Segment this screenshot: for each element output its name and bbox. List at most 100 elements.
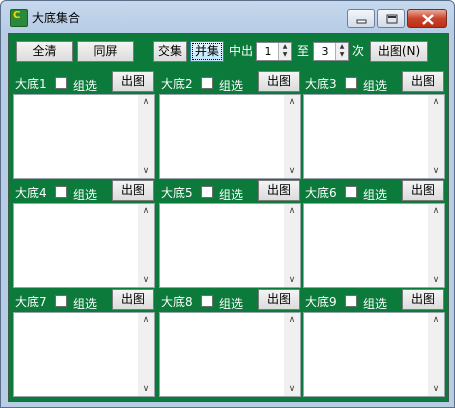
group-panel-6: 大底6 组选 出图 ∧ ∨: [302, 180, 446, 288]
panel-output-button[interactable]: 出图: [258, 71, 300, 92]
clear-all-button[interactable]: 全清: [16, 41, 73, 62]
chevron-down-icon[interactable]: ∨: [284, 164, 300, 178]
chevron-up-icon[interactable]: ∧: [138, 313, 154, 327]
panel-header: 大底1 组选 出图: [12, 71, 156, 93]
group-select-label[interactable]: 组选: [73, 295, 97, 312]
chevron-down-icon[interactable]: ∨: [138, 382, 154, 396]
stepper-up-icon[interactable]: ▲: [336, 43, 348, 51]
group-panel-9: 大底9 组选 出图 ∧ ∨: [302, 289, 446, 397]
group-select-label[interactable]: 组选: [73, 77, 97, 94]
group-select-label[interactable]: 组选: [219, 295, 243, 312]
close-button[interactable]: [407, 9, 447, 28]
panel-title: 大底6: [305, 186, 337, 200]
group-select-checkbox[interactable]: [55, 77, 67, 89]
group-select-label[interactable]: 组选: [363, 295, 387, 312]
intersection-button[interactable]: 交集: [153, 41, 187, 62]
hit-label: 中出: [229, 44, 254, 58]
panel-output-button[interactable]: 出图: [112, 71, 154, 92]
close-icon: [422, 14, 434, 25]
group-panel-3: 大底3 组选 出图 ∧ ∨: [302, 71, 446, 179]
group-select-checkbox[interactable]: [345, 295, 357, 307]
panel-output-button[interactable]: 出图: [258, 180, 300, 201]
panel-header: 大底8 组选 出图: [158, 289, 302, 311]
group-panel-2: 大底2 组选 出图 ∧ ∨: [158, 71, 302, 179]
vertical-scrollbar[interactable]: ∧ ∨: [428, 204, 444, 287]
stepper-down-icon[interactable]: ▼: [336, 51, 348, 59]
panel-title: 大底2: [161, 77, 193, 91]
maximize-button[interactable]: [377, 9, 405, 28]
min-count-stepper[interactable]: 1 ▲ ▼: [256, 42, 292, 61]
panel-text-list[interactable]: ∧ ∨: [159, 312, 301, 397]
chevron-up-icon[interactable]: ∧: [284, 313, 300, 327]
chevron-up-icon[interactable]: ∧: [428, 204, 444, 218]
panel-text-list[interactable]: ∧ ∨: [159, 94, 301, 179]
max-count-stepper[interactable]: 3 ▲ ▼: [313, 42, 349, 61]
chevron-down-icon[interactable]: ∨: [428, 382, 444, 396]
group-select-checkbox[interactable]: [55, 186, 67, 198]
stepper-up-icon[interactable]: ▲: [279, 43, 291, 51]
panel-output-button[interactable]: 出图: [402, 71, 444, 92]
chevron-up-icon[interactable]: ∧: [138, 204, 154, 218]
max-count-value[interactable]: 3: [314, 43, 336, 60]
vertical-scrollbar[interactable]: ∧ ∨: [138, 95, 154, 178]
panel-header: 大底5 组选 出图: [158, 180, 302, 202]
group-select-label[interactable]: 组选: [363, 186, 387, 203]
panel-text-list[interactable]: ∧ ∨: [303, 203, 445, 288]
panel-title: 大底7: [15, 295, 47, 309]
group-select-label[interactable]: 组选: [219, 77, 243, 94]
group-panel-1: 大底1 组选 出图 ∧ ∨: [12, 71, 156, 179]
group-select-label[interactable]: 组选: [73, 186, 97, 203]
chevron-down-icon[interactable]: ∨: [428, 164, 444, 178]
group-select-label[interactable]: 组选: [363, 77, 387, 94]
panel-title: 大底8: [161, 295, 193, 309]
minimize-button[interactable]: [347, 9, 375, 28]
union-button[interactable]: 并集: [190, 41, 224, 62]
group-select-checkbox[interactable]: [201, 186, 213, 198]
panel-output-button[interactable]: 出图: [258, 289, 300, 310]
chevron-down-icon[interactable]: ∨: [428, 273, 444, 287]
vertical-scrollbar[interactable]: ∧ ∨: [428, 95, 444, 178]
output-n-button[interactable]: 出图(N): [370, 41, 428, 62]
group-select-checkbox[interactable]: [55, 295, 67, 307]
chevron-up-icon[interactable]: ∧: [428, 313, 444, 327]
panel-text-list[interactable]: ∧ ∨: [13, 94, 155, 179]
panel-text-list[interactable]: ∧ ∨: [303, 94, 445, 179]
chevron-down-icon[interactable]: ∨: [284, 382, 300, 396]
vertical-scrollbar[interactable]: ∧ ∨: [284, 204, 300, 287]
chevron-up-icon[interactable]: ∧: [284, 204, 300, 218]
group-select-label[interactable]: 组选: [219, 186, 243, 203]
panel-output-button[interactable]: 出图: [112, 289, 154, 310]
chevron-up-icon[interactable]: ∧: [428, 95, 444, 109]
chevron-down-icon[interactable]: ∨: [138, 273, 154, 287]
panel-output-button[interactable]: 出图: [112, 180, 154, 201]
group-select-checkbox[interactable]: [201, 295, 213, 307]
chevron-down-icon[interactable]: ∨: [284, 273, 300, 287]
group-select-checkbox[interactable]: [345, 186, 357, 198]
vertical-scrollbar[interactable]: ∧ ∨: [428, 313, 444, 396]
panel-header: 大底6 组选 出图: [302, 180, 446, 202]
panel-title: 大底4: [15, 186, 47, 200]
panel-text-list[interactable]: ∧ ∨: [13, 312, 155, 397]
main-window: C 大底集合 全清 同屏 交集 并集 中出 1 ▲ ▼ 至 3 ▲ ▼ 次 出图(N…: [0, 0, 455, 408]
panel-header: 大底2 组选 出图: [158, 71, 302, 93]
panel-text-list[interactable]: ∧ ∨: [13, 203, 155, 288]
panel-output-button[interactable]: 出图: [402, 180, 444, 201]
vertical-scrollbar[interactable]: ∧ ∨: [284, 313, 300, 396]
chevron-down-icon[interactable]: ∨: [138, 164, 154, 178]
stepper-down-icon[interactable]: ▼: [279, 51, 291, 59]
vertical-scrollbar[interactable]: ∧ ∨: [138, 204, 154, 287]
group-select-checkbox[interactable]: [345, 77, 357, 89]
group-select-checkbox[interactable]: [201, 77, 213, 89]
vertical-scrollbar[interactable]: ∧ ∨: [138, 313, 154, 396]
panel-title: 大底1: [15, 77, 47, 91]
vertical-scrollbar[interactable]: ∧ ∨: [284, 95, 300, 178]
group-panel-7: 大底7 组选 出图 ∧ ∨: [12, 289, 156, 397]
same-screen-button[interactable]: 同屏: [77, 41, 134, 62]
chevron-up-icon[interactable]: ∧: [284, 95, 300, 109]
panel-text-list[interactable]: ∧ ∨: [159, 203, 301, 288]
title-bar[interactable]: C 大底集合: [1, 1, 454, 31]
panel-text-list[interactable]: ∧ ∨: [303, 312, 445, 397]
panel-output-button[interactable]: 出图: [402, 289, 444, 310]
min-count-value[interactable]: 1: [257, 43, 279, 60]
chevron-up-icon[interactable]: ∧: [138, 95, 154, 109]
